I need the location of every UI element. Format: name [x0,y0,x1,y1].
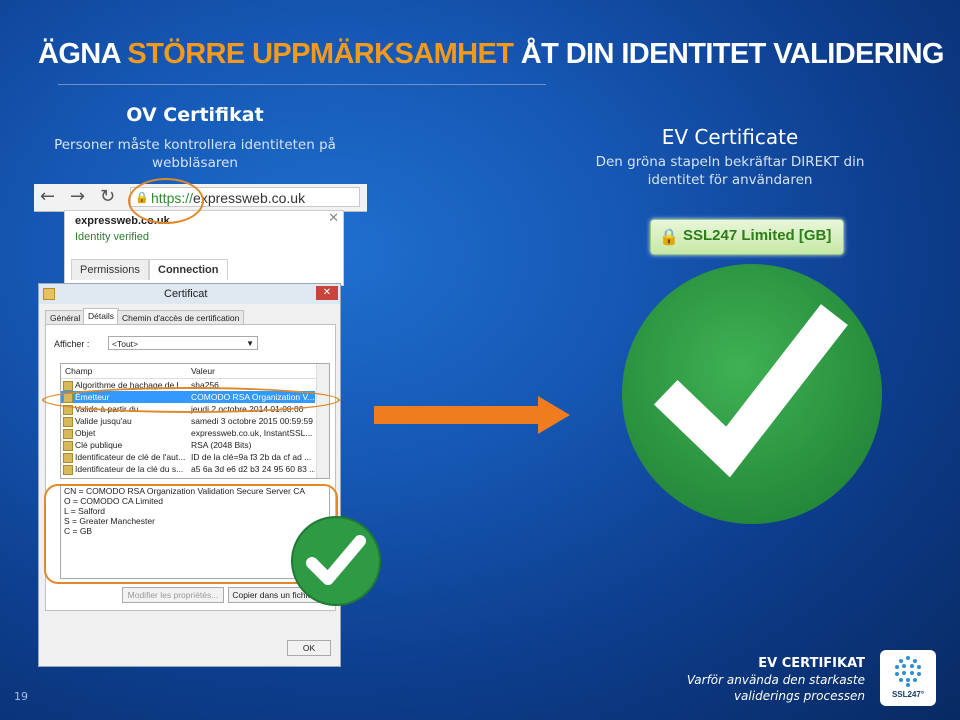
field-icon [63,441,73,451]
field-icon [63,465,73,475]
right-arrow-icon [374,396,570,434]
ov-heading: OV Certifikat [126,104,264,126]
logo-text: SSL247° [891,690,925,699]
close-icon[interactable]: ✕ [316,286,338,300]
dialog-titlebar: Certificat ✕ [39,284,340,304]
url-host: expressweb.co.uk [193,190,306,206]
list-item[interactable]: Identificateur de clé de l'aut... ID de l… [61,451,315,463]
lock-icon: 🔒 [659,227,679,246]
popup-identity-status: Identity verified [75,231,149,243]
dialog-title: Certificat [164,288,208,300]
list-header: Champ Valeur [61,364,329,379]
slide-title: ÄGNA STÖRRE UPPMÄRKSAMHET ÅT DIN IDENTIT… [38,38,945,71]
ev-heading: EV Certificate [661,125,799,149]
identity-popup: expressweb.co.uk Identity verified ✕ Per… [64,210,344,286]
large-checkmark-icon [622,264,882,524]
tab-connection[interactable]: Connection [149,259,228,280]
page-number: 19 [14,690,28,703]
list-item[interactable]: Clé publique RSA (2048 Bits) [61,439,315,451]
column-header-field[interactable]: Champ [65,366,92,376]
ev-subtitle: Den gröna stapeln bekräftar DIREKT din i… [595,154,865,188]
title-part-3: ÅT DIN IDENTITET VALIDERING [513,38,945,70]
edit-properties-button[interactable]: Modifier les propriétés... [122,587,224,603]
field-icon [63,381,73,391]
field-name: Objet [75,428,96,438]
ev-badge-text: SSL247 Limited [GB] [683,227,832,244]
ev-green-bar-badge: 🔒 SSL247 Limited [GB] [650,219,844,255]
show-select[interactable]: <Tout> ▼ [108,336,258,350]
reload-icon[interactable]: ↻ [100,186,115,207]
forward-arrow-icon[interactable]: → [70,186,85,207]
back-arrow-icon[interactable]: ← [40,186,55,207]
title-part-1: ÄGNA [38,38,128,70]
list-item[interactable]: Valide jusqu'au samedi 3 octobre 2015 00:… [61,415,315,427]
list-item[interactable]: Objet expressweb.co.uk, InstantSSL... [61,427,315,439]
highlight-url-ellipse [128,178,204,224]
field-icon [63,453,73,463]
field-name: Clé publique [75,440,123,450]
field-value: RSA (2048 Bits) [191,440,252,450]
ssl247-logo: SSL247° [880,650,936,706]
field-value: samedi 3 octobre 2015 00:59:59 [191,416,313,426]
ok-button[interactable]: OK [287,640,331,656]
field-icon [63,417,73,427]
footer-title: EV CERTIFIKAT [758,656,865,671]
globe-dots-icon [895,656,921,687]
field-name: Identificateur de la clé du s... [75,464,184,474]
field-name: Valide jusqu'au [75,416,132,426]
certificate-icon [43,288,55,300]
title-part-2: STÖRRE UPPMÄRKSAMHET [127,38,514,70]
field-value: a5 6a 3d e6 d2 b3 24 95 60 83 ... [191,464,315,474]
show-label: Afficher : [54,339,90,349]
show-select-value: <Tout> [112,339,138,349]
list-item[interactable]: Identificateur de la clé du s... a5 6a 3d… [61,463,315,475]
field-icon [63,429,73,439]
field-value: ID de la clé=9a f3 2b da cf ad ... [191,452,312,462]
field-name: Identificateur de clé de l'aut... [75,452,186,462]
footer-line-1: Varför använda den starkaste [686,673,865,687]
fields-list: Champ Valeur Algorithme de hachage de l.… [60,363,330,479]
column-header-value[interactable]: Valeur [191,366,215,376]
small-checkmark-icon [291,516,381,606]
tab-permissions[interactable]: Permissions [71,259,149,280]
ov-subtitle: Personer måste kontrollera identiteten p… [54,137,336,171]
close-icon[interactable]: ✕ [328,211,339,226]
title-divider [58,84,546,85]
list-scrollbar[interactable] [316,364,329,478]
certificate-dialog: Certificat ✕ Général Détails Chemin d'ac… [38,283,341,667]
field-value: expressweb.co.uk, InstantSSL... [191,428,313,438]
chevron-down-icon: ▼ [246,339,254,348]
highlight-issuer-ellipse [42,387,340,413]
footer-line-2: validerings processen [733,689,865,703]
